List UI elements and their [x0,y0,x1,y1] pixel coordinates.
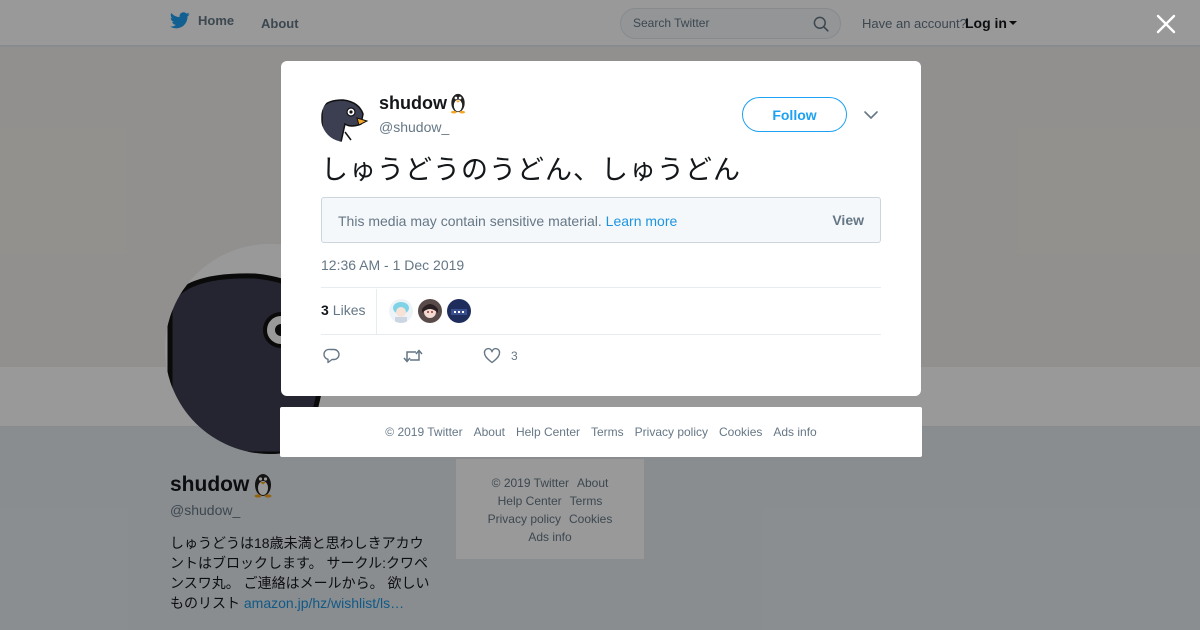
footer-ads-info[interactable]: Ads info [773,425,816,439]
penguin-avatar-image [321,94,369,142]
footer-help-center[interactable]: Help Center [516,425,580,439]
stat-separator [376,289,377,334]
sensitive-notice-message: This media may contain sensitive materia… [338,213,602,229]
tweet-author-avatar[interactable] [321,94,369,142]
divider [321,334,881,335]
likes-count: 3 [321,302,329,318]
heart-icon [483,347,501,364]
penguin-emoji-icon [450,93,466,114]
sensitive-notice-text: This media may contain sensitive materia… [338,213,677,229]
tweet-author-name[interactable]: shudow [379,92,468,114]
likers-avatars [389,299,471,323]
view-media-button[interactable]: View [832,212,864,228]
close-icon[interactable] [1155,13,1177,35]
liker-avatar[interactable] [418,299,442,323]
likes-stat[interactable]: 3 Likes [321,302,365,318]
follow-button[interactable]: Follow [742,97,847,132]
footer-privacy[interactable]: Privacy policy [635,425,708,439]
tweet-timestamp[interactable]: 12:36 AM - 1 Dec 2019 [321,257,464,273]
footer-about[interactable]: About [474,425,505,439]
tweet-author-handle[interactable]: @shudow_ [379,119,449,135]
footer-copyright: © 2019 Twitter [385,425,463,439]
liker-avatar[interactable] [447,299,471,323]
retweet-button[interactable] [403,347,423,365]
liker-avatar[interactable] [389,299,413,323]
reply-button[interactable] [323,347,341,365]
sensitive-media-notice: This media may contain sensitive materia… [321,197,881,243]
reply-icon [323,348,340,364]
tweet-modal: shudow @shudow_ Follow しゅうどうのうどん、しゅうどん T… [281,61,921,396]
footer-terms[interactable]: Terms [591,425,624,439]
modal-footer: © 2019 Twitter About Help Center Terms P… [280,407,922,457]
likes-label: Likes [332,302,366,318]
tweet-text: しゅうどうのうどん、しゅうどん [321,155,741,185]
tweet-author-name-text: shudow [379,92,447,113]
like-count: 3 [511,349,518,363]
footer-cookies[interactable]: Cookies [719,425,762,439]
divider [321,287,881,288]
learn-more-link[interactable]: Learn more [606,213,678,229]
like-button[interactable]: 3 [483,347,518,365]
chevron-down-icon[interactable] [863,108,879,122]
retweet-icon [403,349,423,363]
